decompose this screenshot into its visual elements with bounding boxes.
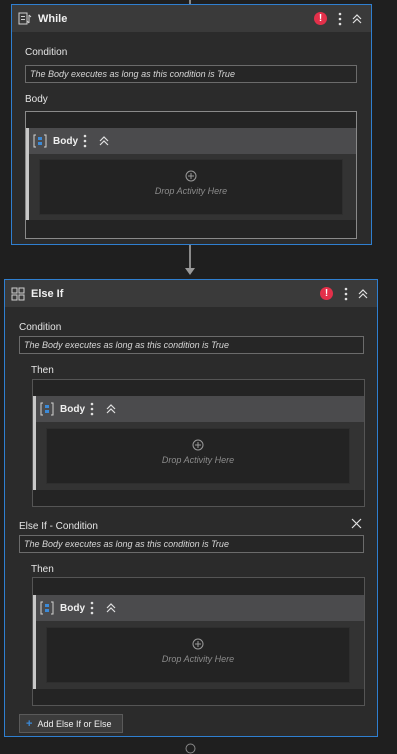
- collapse-icon[interactable]: [96, 132, 112, 150]
- then-label: Then: [31, 564, 54, 575]
- sequence-icon: [40, 601, 54, 615]
- more-options-icon[interactable]: [333, 10, 347, 28]
- bottom-add-icon[interactable]: [185, 743, 196, 754]
- drop-zone[interactable]: Drop Activity Here: [39, 159, 343, 215]
- collapse-icon[interactable]: [103, 400, 119, 418]
- more-options-icon[interactable]: [339, 285, 353, 303]
- else-if-activity-icon: [11, 287, 25, 301]
- while-activity-icon: [18, 12, 32, 26]
- collapse-icon[interactable]: [355, 285, 371, 303]
- collapse-icon[interactable]: [349, 10, 365, 28]
- body-header[interactable]: Body: [29, 128, 356, 154]
- add-activity-icon[interactable]: [192, 439, 204, 451]
- drop-zone[interactable]: Drop Activity Here: [46, 627, 350, 683]
- body-title: Body: [60, 602, 85, 614]
- condition-label: Condition: [25, 47, 68, 58]
- more-options-icon[interactable]: [78, 132, 92, 150]
- collapse-icon[interactable]: [103, 599, 119, 617]
- drop-activity-text: Drop Activity Here: [161, 455, 235, 465]
- else-if-condition-label: Else If - Condition: [19, 521, 98, 532]
- then-container[interactable]: Body Drop Activity Here: [32, 577, 365, 706]
- body-title: Body: [53, 135, 78, 147]
- add-else-if-button[interactable]: + Add Else If or Else: [19, 714, 123, 733]
- else-if-header[interactable]: Else If !: [5, 280, 377, 307]
- while-title: While: [38, 12, 68, 25]
- error-icon[interactable]: !: [314, 12, 327, 25]
- more-options-icon[interactable]: [85, 400, 99, 418]
- body-container[interactable]: Body Drop Activity Here: [25, 111, 357, 239]
- body-label: Body: [25, 94, 48, 105]
- then-label: Then: [31, 365, 54, 376]
- connector-arrow-icon: [185, 268, 195, 275]
- condition-label: Condition: [19, 322, 62, 333]
- drop-activity-text: Drop Activity Here: [154, 186, 228, 196]
- more-options-icon[interactable]: [85, 599, 99, 617]
- while-header[interactable]: While !: [12, 5, 371, 32]
- else-if-activity[interactable]: Else If ! Condition The Body executes as…: [4, 279, 378, 737]
- while-activity[interactable]: While ! Condition The Body executes as l…: [11, 4, 372, 245]
- else-if-title: Else If: [31, 287, 64, 300]
- add-else-if-label: Add Else If or Else: [37, 718, 112, 729]
- body-header[interactable]: Body: [36, 595, 364, 621]
- sequence-icon: [40, 402, 54, 416]
- sequence-icon: [33, 134, 47, 148]
- condition-field[interactable]: The Body executes as long as this condit…: [25, 65, 357, 83]
- body-title: Body: [60, 403, 85, 415]
- then-container[interactable]: Body Drop Activity Here: [32, 379, 365, 507]
- drop-zone[interactable]: Drop Activity Here: [46, 428, 350, 484]
- drop-activity-text: Drop Activity Here: [161, 654, 235, 664]
- else-if-condition-field[interactable]: The Body executes as long as this condit…: [19, 535, 364, 553]
- close-icon[interactable]: [351, 518, 362, 529]
- condition-field[interactable]: The Body executes as long as this condit…: [19, 336, 364, 354]
- add-activity-icon[interactable]: [192, 638, 204, 650]
- plus-icon: +: [26, 717, 33, 730]
- then-body-sequence[interactable]: Body Drop Activity Here: [33, 396, 364, 490]
- add-activity-icon[interactable]: [185, 170, 197, 182]
- error-icon[interactable]: !: [320, 287, 333, 300]
- then-body-sequence[interactable]: Body Drop Activity Here: [33, 595, 364, 689]
- body-sequence[interactable]: Body Drop Activity Here: [26, 128, 356, 220]
- body-header[interactable]: Body: [36, 396, 364, 422]
